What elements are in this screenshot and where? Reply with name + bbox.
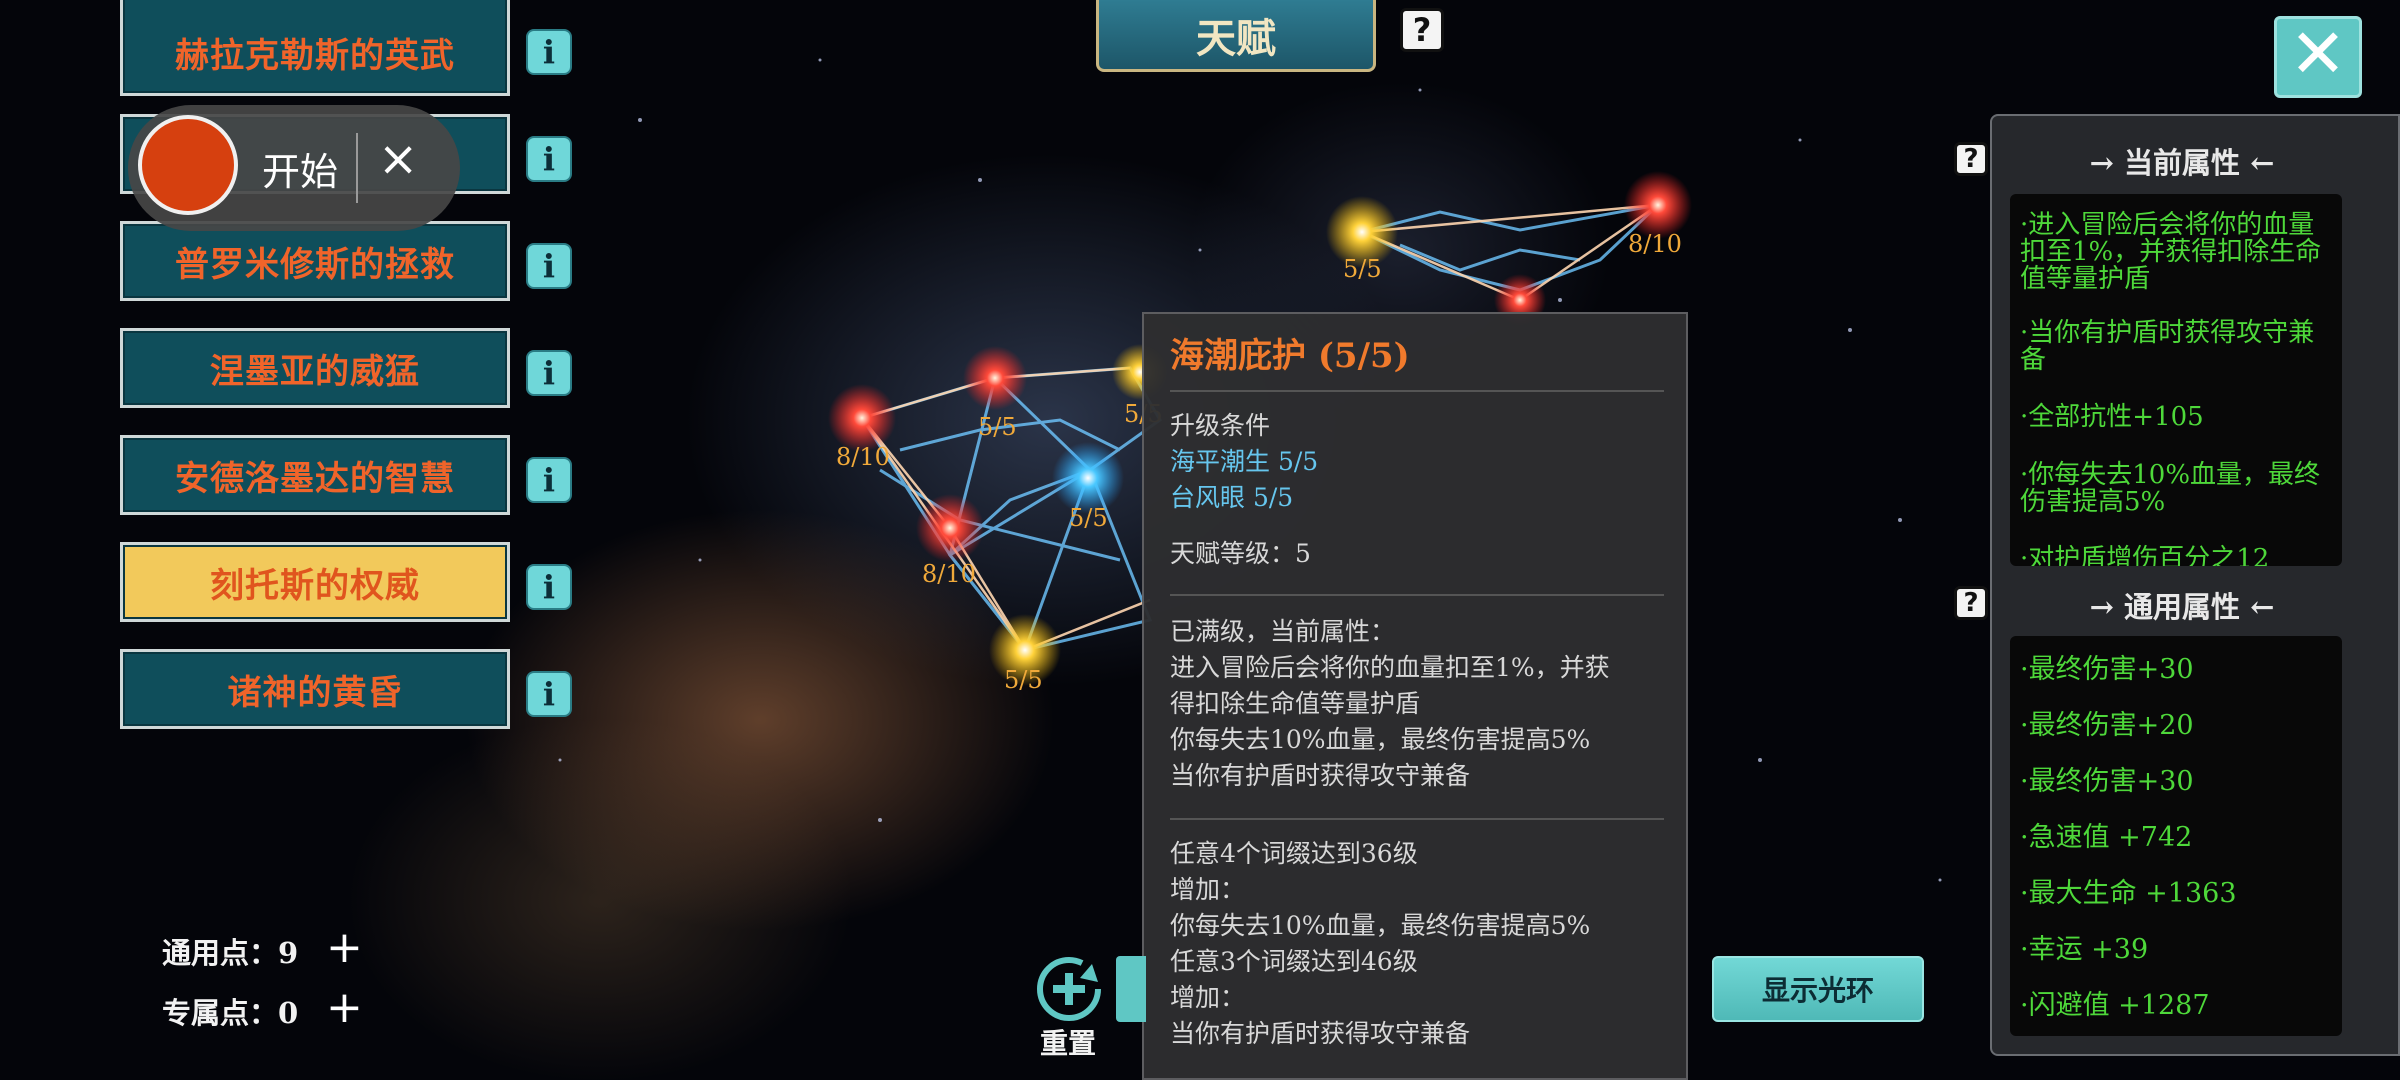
general-attributes-header: → 通用属性 ← bbox=[2089, 590, 2275, 624]
attribute-line: ·当你有护盾时获得攻守兼 bbox=[2020, 318, 2315, 348]
star-level-label: 8/10 bbox=[922, 560, 976, 588]
info-icon[interactable]: i bbox=[526, 671, 572, 717]
attribute-line: ·幸运 +39 bbox=[2020, 934, 2149, 965]
current-effect-line: 进入冒险后会将你的血量扣至1%，并获 bbox=[1170, 653, 1610, 682]
info-icon[interactable]: i bbox=[526, 136, 572, 182]
bonus-line: 你每失去10%血量，最终伤害提高5% bbox=[1170, 911, 1591, 940]
bonus-line: 任意3个词缀达到46级 bbox=[1170, 947, 1418, 976]
star-level-label: 5/5 bbox=[1004, 666, 1043, 694]
attribute-line: ·你每失去10%血量，最终 bbox=[2020, 460, 2321, 490]
attribute-line: 扣至1%，并获得扣除生命 bbox=[2020, 237, 2322, 267]
attribute-line: ·全部抗性+105 bbox=[2020, 402, 2204, 432]
attribute-line: ·进入冒险后会将你的血量 bbox=[2020, 210, 2315, 240]
talent-level: 天赋等级：5 bbox=[1170, 539, 1311, 568]
plus-icon[interactable]: + bbox=[326, 986, 363, 1030]
record-divider bbox=[356, 133, 358, 203]
current-effect-line: 当你有护盾时获得攻守兼备 bbox=[1170, 761, 1471, 790]
reset-label[interactable]: 重置 bbox=[1040, 1022, 1096, 1062]
constellation-button-nemea[interactable]: 涅墨亚的威猛 bbox=[120, 328, 510, 408]
constellation-button-prometheus[interactable]: 普罗米修斯的拯救 bbox=[120, 221, 510, 301]
attribute-line: 备 bbox=[2020, 345, 2047, 375]
general-attributes-list[interactable]: ·最终伤害+30 ·最终伤害+20 ·最终伤害+30 ·急速值 +742 ·最大… bbox=[2010, 636, 2342, 1036]
attribute-line: ·最大生命 +1363 bbox=[2020, 878, 2237, 909]
bonus-line: 增加： bbox=[1170, 983, 1246, 1012]
attribute-line: 伤害提高5% bbox=[2020, 487, 2166, 517]
star-level-label: 5/5 bbox=[978, 413, 1017, 441]
star-level-label: 5/5 bbox=[1069, 504, 1108, 532]
divider bbox=[1170, 818, 1664, 820]
info-icon[interactable]: i bbox=[526, 564, 572, 610]
star-level-label: 8/10 bbox=[836, 443, 890, 471]
attribute-line: ·最终伤害+20 bbox=[2020, 710, 2194, 741]
attribute-line: ·闪避值 +1287 bbox=[2020, 990, 2210, 1021]
star-node[interactable] bbox=[963, 346, 1027, 410]
exclusive-points: 专属点：0 bbox=[162, 990, 298, 1032]
general-points: 通用点：9 bbox=[162, 930, 298, 972]
help-icon[interactable]: ? bbox=[1954, 142, 1988, 176]
record-start-label[interactable]: 开始 bbox=[262, 141, 338, 196]
info-icon[interactable]: i bbox=[526, 243, 572, 289]
general-points-label: 通用点： bbox=[162, 936, 279, 970]
attribute-line: ·对护盾增伤百分之12 bbox=[2020, 544, 2270, 567]
current-effect-line: 得扣除生命值等量护盾 bbox=[1170, 689, 1421, 718]
attribute-panel: → 当前属性 ← ·进入冒险后会将你的血量 扣至1%，并获得扣除生命 值等量护盾… bbox=[1990, 114, 2400, 1056]
help-icon[interactable]: ? bbox=[1954, 586, 1988, 620]
maxed-label: 已满级，当前属性： bbox=[1170, 617, 1396, 646]
bonus-line: 当你有护盾时获得攻守兼备 bbox=[1170, 1019, 1471, 1048]
current-attributes-list[interactable]: ·进入冒险后会将你的血量 扣至1%，并获得扣除生命 值等量护盾 ·当你有护盾时获… bbox=[2010, 194, 2342, 566]
help-icon[interactable]: ? bbox=[1400, 8, 1444, 52]
hidden-button-edge[interactable] bbox=[1116, 956, 1146, 1022]
constellation-button-ragnarok[interactable]: 诸神的黄昏 bbox=[120, 649, 510, 729]
star-node[interactable] bbox=[1624, 171, 1692, 239]
attribute-line: 值等量护盾 bbox=[2020, 264, 2151, 294]
exclusive-points-value: 0 bbox=[278, 996, 299, 1030]
attribute-line: ·最终伤害+30 bbox=[2020, 766, 2194, 797]
screen-record-overlay: 开始 × bbox=[128, 105, 460, 231]
page-title: 天赋 bbox=[1096, 0, 1376, 72]
general-points-value: 9 bbox=[278, 936, 299, 970]
info-icon[interactable]: i bbox=[526, 457, 572, 503]
divider bbox=[1170, 390, 1664, 392]
close-button[interactable]: ✕ bbox=[2274, 16, 2362, 98]
current-effect-line: 你每失去10%血量，最终伤害提高5% bbox=[1170, 725, 1591, 754]
upgrade-condition-label: 升级条件 bbox=[1170, 411, 1271, 440]
attribute-line: ·最终伤害+30 bbox=[2020, 654, 2194, 685]
divider bbox=[1170, 594, 1664, 596]
bonus-line: 增加： bbox=[1170, 875, 1246, 904]
star-node[interactable] bbox=[916, 494, 984, 562]
info-icon[interactable]: i bbox=[526, 350, 572, 396]
plus-icon[interactable]: + bbox=[326, 926, 363, 970]
constellation-button-andromeda[interactable]: 安德洛墨达的智慧 bbox=[120, 435, 510, 515]
talent-tooltip: 海潮庇护 (5/5) 升级条件 海平潮生 5/5 台风眼 5/5 天赋等级：5 … bbox=[1142, 312, 1688, 1080]
upgrade-condition: 海平潮生 5/5 bbox=[1170, 447, 1319, 476]
star-node[interactable] bbox=[828, 384, 896, 452]
current-attributes-header: → 当前属性 ← bbox=[2089, 146, 2275, 180]
exclusive-points-label: 专属点： bbox=[162, 996, 279, 1030]
tooltip-title: 海潮庇护 (5/5) bbox=[1170, 336, 1410, 376]
reset-plus-icon[interactable] bbox=[1036, 956, 1102, 1022]
star-level-label: 5/5 bbox=[1343, 255, 1382, 283]
upgrade-condition: 台风眼 5/5 bbox=[1170, 483, 1294, 512]
show-halo-button[interactable]: 显示光环 bbox=[1712, 956, 1924, 1022]
record-close-icon[interactable]: × bbox=[378, 131, 418, 187]
bonus-line: 任意4个词缀达到36级 bbox=[1170, 839, 1418, 868]
close-icon: ✕ bbox=[2289, 15, 2347, 94]
star-level-label: 8/10 bbox=[1628, 230, 1682, 258]
record-dot-icon[interactable] bbox=[138, 115, 238, 215]
attribute-line: ·急速值 +742 bbox=[2020, 822, 2193, 853]
constellation-button-cetus[interactable]: 刻托斯的权威 bbox=[120, 542, 510, 622]
info-icon[interactable]: i bbox=[526, 29, 572, 75]
constellation-button-hercules[interactable]: 赫拉克勒斯的英武 bbox=[120, 0, 510, 96]
